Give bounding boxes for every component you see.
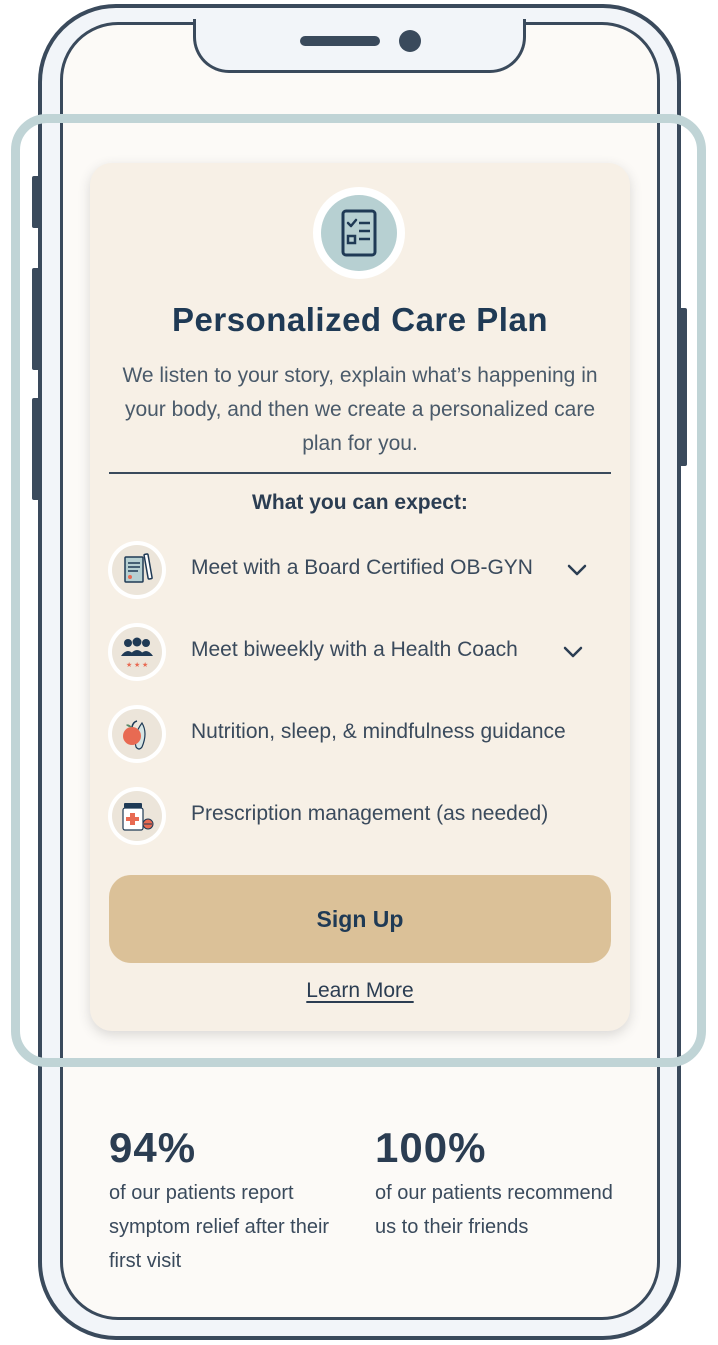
power-button xyxy=(679,308,687,466)
feature-item-health-coach[interactable]: ★ ★ ★ Meet biweekly with a Health Coach xyxy=(108,623,618,683)
speaker-grille xyxy=(300,36,380,46)
sign-up-button[interactable]: Sign Up xyxy=(109,875,611,963)
group-rating-icon: ★ ★ ★ xyxy=(108,623,166,681)
feature-item-ob-gyn[interactable]: Meet with a Board Certified OB-GYN xyxy=(108,541,618,601)
feature-item-prescription: Prescription management (as needed) xyxy=(108,787,618,847)
chevron-down-icon[interactable] xyxy=(564,557,590,583)
stat-description: of our patients report symptom relief af… xyxy=(109,1182,330,1272)
stat-value: 94% xyxy=(109,1124,197,1171)
learn-more-link[interactable]: Learn More xyxy=(90,979,630,1003)
medical-document-icon xyxy=(108,541,166,599)
feature-label: Nutrition, sleep, & mindfulness guidance xyxy=(191,720,566,743)
feature-item-nutrition: Nutrition, sleep, & mindfulness guidance xyxy=(108,705,618,765)
apple-icon xyxy=(108,705,166,763)
feature-label: Meet biweekly with a Health Coach xyxy=(191,638,518,661)
feature-label: Meet with a Board Certified OB-GYN xyxy=(191,556,533,579)
mute-switch xyxy=(32,176,40,228)
stat-recommend: 100% of our patients recommend us to the… xyxy=(375,1124,615,1244)
card-title: Personalized Care Plan xyxy=(172,301,548,338)
divider xyxy=(109,472,611,474)
stat-symptom-relief: 94% of our patients report symptom relie… xyxy=(109,1124,349,1278)
svg-text:★: ★ xyxy=(142,661,148,669)
chevron-down-icon[interactable] xyxy=(560,639,586,665)
stat-value: 100% xyxy=(375,1124,487,1171)
volume-down-button xyxy=(32,398,40,500)
care-plan-card: Personalized Care Plan We listen to your… xyxy=(90,163,630,1031)
phone-notch xyxy=(193,19,526,73)
svg-text:★: ★ xyxy=(126,661,132,669)
stat-description: of our patients recommend us to their fr… xyxy=(375,1182,613,1238)
front-camera xyxy=(399,30,421,52)
volume-up-button xyxy=(32,268,40,370)
medicine-bottle-icon xyxy=(108,787,166,845)
card-description: We listen to your story, explain what’s … xyxy=(122,364,598,455)
expect-heading: What you can expect: xyxy=(252,491,468,514)
feature-label: Prescription management (as needed) xyxy=(191,802,549,825)
checklist-icon xyxy=(313,187,405,279)
svg-text:★: ★ xyxy=(134,661,140,669)
